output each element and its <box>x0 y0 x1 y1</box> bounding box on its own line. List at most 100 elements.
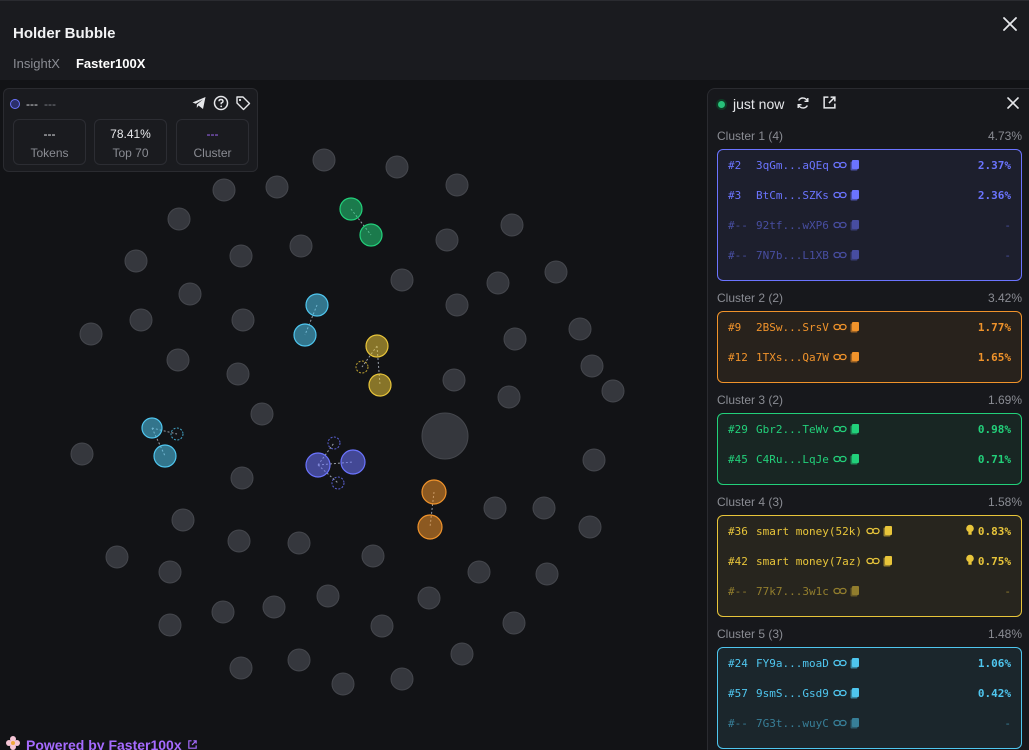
close-icon[interactable] <box>1001 15 1019 33</box>
powered-by-link[interactable]: Powered by Faster100x <box>5 735 198 750</box>
holder-bubble[interactable] <box>312 148 336 172</box>
bubble-map-canvas[interactable] <box>0 80 706 750</box>
holder-bubble[interactable] <box>502 611 526 635</box>
holder-bubble[interactable] <box>445 173 469 197</box>
close-panel-icon[interactable] <box>1007 97 1019 109</box>
holder-bubble[interactable] <box>535 562 559 586</box>
holder-bubble[interactable] <box>442 368 466 392</box>
holder-bubble[interactable] <box>105 545 129 569</box>
holder-bubble[interactable] <box>70 442 94 466</box>
holder-row[interactable]: #42 smart money(7az) 0.75% <box>728 552 1011 570</box>
holder-bubble[interactable] <box>390 667 414 691</box>
cluster-bubble[interactable] <box>365 334 389 358</box>
holder-bubble[interactable] <box>532 496 556 520</box>
holder-row[interactable]: #45 C4Ru...LqJe 0.71% <box>728 450 1011 468</box>
cluster-bubble[interactable] <box>293 323 317 347</box>
holder-bubble[interactable] <box>229 244 253 268</box>
holder-bubble[interactable] <box>229 656 253 680</box>
copy-icon[interactable] <box>849 351 863 363</box>
holder-bubble[interactable] <box>450 642 474 666</box>
holder-bubble[interactable] <box>568 317 592 341</box>
holder-address[interactable]: 92tf...wXP6 <box>756 219 829 232</box>
tab-insightx[interactable]: InsightX <box>13 56 60 71</box>
holder-bubble[interactable] <box>250 402 274 426</box>
copy-icon[interactable] <box>882 555 896 567</box>
link-icon[interactable] <box>866 555 880 567</box>
holder-bubble[interactable] <box>390 268 414 292</box>
cluster-bubble[interactable] <box>305 293 329 317</box>
holder-address[interactable]: Gbr2...TeWv <box>756 423 829 436</box>
holder-bubble[interactable] <box>124 249 148 273</box>
link-icon[interactable] <box>833 585 847 597</box>
holder-row[interactable]: #2 3qGm...aQEq 2.37% <box>728 156 1011 174</box>
cluster-bubble[interactable] <box>339 197 363 221</box>
holder-bubble[interactable] <box>265 175 289 199</box>
holder-row[interactable]: #-- 92tf...wXP6 - <box>728 216 1011 234</box>
holder-bubble[interactable] <box>287 531 311 555</box>
holder-row[interactable]: #36 smart money(52k) 0.83% <box>728 522 1011 540</box>
copy-icon[interactable] <box>849 321 863 333</box>
holder-bubble[interactable] <box>230 466 254 490</box>
link-icon[interactable] <box>833 219 847 231</box>
link-icon[interactable] <box>833 249 847 261</box>
holder-row[interactable]: #29 Gbr2...TeWv 0.98% <box>728 420 1011 438</box>
link-icon[interactable] <box>833 159 847 171</box>
holder-bubble[interactable] <box>226 362 250 386</box>
holder-address[interactable]: 9smS...Gsd9 <box>756 687 829 700</box>
copy-icon[interactable] <box>849 189 863 201</box>
holder-bubble[interactable] <box>582 448 606 472</box>
copy-icon[interactable] <box>849 159 863 171</box>
holder-bubble[interactable] <box>486 271 510 295</box>
copy-icon[interactable] <box>849 687 863 699</box>
cluster-bubble[interactable] <box>359 223 383 247</box>
holder-bubble[interactable] <box>361 544 385 568</box>
holder-address[interactable]: smart money(7az) <box>756 555 862 568</box>
holder-bubble[interactable] <box>331 672 355 696</box>
copy-icon[interactable] <box>849 249 863 261</box>
cluster-bubble[interactable] <box>153 444 177 468</box>
holder-bubble[interactable] <box>580 354 604 378</box>
cluster-bubble[interactable] <box>141 417 163 439</box>
cluster-bubble[interactable] <box>417 514 443 540</box>
copy-icon[interactable] <box>882 525 896 537</box>
holder-address[interactable]: C4Ru...LqJe <box>756 453 829 466</box>
cluster-bubble[interactable] <box>305 452 331 478</box>
holder-row[interactable]: #24 FY9a...moaD 1.06% <box>728 654 1011 672</box>
copy-icon[interactable] <box>849 423 863 435</box>
link-icon[interactable] <box>833 321 847 333</box>
holder-bubble[interactable] <box>544 260 568 284</box>
help-icon[interactable] <box>213 95 229 111</box>
holder-bubble[interactable] <box>129 308 153 332</box>
telegram-icon[interactable] <box>191 95 207 111</box>
holder-bubble[interactable] <box>578 515 602 539</box>
copy-icon[interactable] <box>849 717 863 729</box>
holder-bubble[interactable] <box>445 293 469 317</box>
holder-row[interactable]: #12 1TXs...Qa7W 1.65% <box>728 348 1011 366</box>
link-icon[interactable] <box>833 657 847 669</box>
open-external-icon[interactable] <box>822 95 837 113</box>
holder-bubble[interactable] <box>231 308 255 332</box>
copy-icon[interactable] <box>849 657 863 669</box>
tab-faster100x[interactable]: Faster100X <box>76 56 145 71</box>
holder-bubble[interactable] <box>158 613 182 637</box>
holder-bubble[interactable] <box>370 614 394 638</box>
link-icon[interactable] <box>833 453 847 465</box>
link-icon[interactable] <box>866 525 880 537</box>
holder-address[interactable]: 2BSw...SrsV <box>756 321 829 334</box>
holder-row[interactable]: #9 2BSw...SrsV 1.77% <box>728 318 1011 336</box>
holder-row[interactable]: #3 BtCm...SZKs 2.36% <box>728 186 1011 204</box>
holder-bubble[interactable] <box>227 529 251 553</box>
holder-bubble[interactable] <box>289 234 313 258</box>
cluster-bubble[interactable] <box>368 373 392 397</box>
copy-icon[interactable] <box>849 219 863 231</box>
holder-address[interactable]: 77k7...3w1c <box>756 585 829 598</box>
holder-row[interactable]: #57 9smS...Gsd9 0.42% <box>728 684 1011 702</box>
link-icon[interactable] <box>833 717 847 729</box>
holder-bubble[interactable] <box>79 322 103 346</box>
holder-address[interactable]: BtCm...SZKs <box>756 189 829 202</box>
holder-bubble[interactable] <box>158 560 182 584</box>
holder-address[interactable]: 3qGm...aQEq <box>756 159 829 172</box>
holder-bubble[interactable] <box>601 379 625 403</box>
cluster-bubble[interactable] <box>421 479 447 505</box>
holder-bubble[interactable] <box>435 228 459 252</box>
